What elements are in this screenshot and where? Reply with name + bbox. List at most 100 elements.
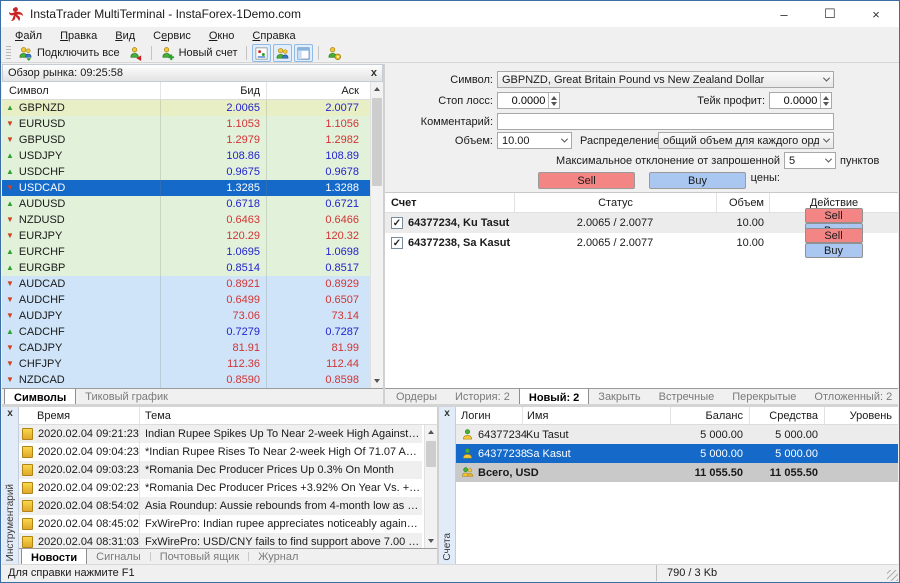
scroll-thumb[interactable] bbox=[372, 98, 382, 186]
distribution-select[interactable]: общий объем для каждого ордера bbox=[658, 132, 834, 149]
toolbox-tab-1[interactable]: Новости bbox=[21, 548, 87, 564]
accounts-close-icon[interactable]: x bbox=[439, 408, 455, 419]
market-row[interactable]: ▼AUDCAD0.89210.8929 bbox=[2, 276, 372, 292]
menu-item-справка[interactable]: Справка bbox=[243, 30, 304, 42]
market-row[interactable]: ▼NZDCAD0.85900.8598 bbox=[2, 372, 372, 388]
column-level[interactable]: Уровень bbox=[824, 407, 898, 424]
market-row[interactable]: ▼EURUSD1.10531.1056 bbox=[2, 116, 372, 132]
close-button[interactable]: × bbox=[853, 1, 899, 27]
scroll-up-icon[interactable] bbox=[371, 82, 383, 96]
new-account-button[interactable]: Новый счет bbox=[156, 44, 242, 62]
news-scrollbar[interactable] bbox=[424, 425, 437, 548]
column-time[interactable]: Время bbox=[19, 410, 139, 422]
market-row[interactable]: ▼AUDJPY73.0673.14 bbox=[2, 308, 372, 324]
ask-value: 0.6721 bbox=[266, 196, 365, 212]
menu-item-вид[interactable]: Вид bbox=[106, 30, 144, 42]
toolbox-tab-2[interactable]: Сигналы bbox=[87, 549, 150, 564]
toolbox-toggle[interactable] bbox=[294, 44, 313, 62]
column-bid[interactable]: Бид bbox=[160, 82, 266, 99]
scroll-up-icon[interactable] bbox=[425, 425, 437, 439]
down-arrow-icon: ▼ bbox=[6, 136, 14, 144]
scroll-thumb[interactable] bbox=[426, 441, 436, 467]
buy-button[interactable]: Buy bbox=[649, 172, 746, 189]
toolbar-grip[interactable] bbox=[6, 46, 11, 60]
menu-item-правка[interactable]: Правка bbox=[51, 30, 106, 42]
column-balance[interactable]: Баланс bbox=[670, 407, 749, 424]
bid-value: 1.1053 bbox=[160, 116, 266, 132]
scroll-down-icon[interactable] bbox=[425, 534, 437, 548]
column-equity[interactable]: Средства bbox=[749, 407, 824, 424]
menu-item-окно[interactable]: Окно bbox=[200, 30, 244, 42]
disconnect-all-button[interactable] bbox=[124, 44, 147, 62]
column-ask[interactable]: Аск bbox=[266, 82, 365, 99]
spinner-icon[interactable] bbox=[548, 93, 559, 108]
market-row[interactable]: ▼CHFJPY112.36112.44 bbox=[2, 356, 372, 372]
news-topic: Indian Rupee Spikes Up To Near 2-week Hi… bbox=[139, 425, 422, 443]
symbol-cell: ▲AUDUSD bbox=[2, 198, 160, 210]
symbol-name: EURCHF bbox=[19, 246, 65, 258]
column-symbol[interactable]: Символ bbox=[2, 85, 160, 97]
menu-item-файл[interactable]: Файл bbox=[6, 30, 51, 42]
news-row[interactable]: 2020.02.04 09:04:23*Indian Rupee Rises T… bbox=[19, 443, 422, 461]
account-settings-button[interactable] bbox=[323, 44, 346, 62]
comment-input[interactable] bbox=[497, 113, 834, 130]
accounts-side-strip: x Счета bbox=[439, 407, 456, 564]
account-row[interactable]: 64377238Sa Kasut5 000.005 000.00 bbox=[456, 444, 898, 463]
deviation-select[interactable]: 5 bbox=[784, 152, 836, 169]
news-row[interactable]: 2020.02.04 09:21:23Indian Rupee Spikes U… bbox=[19, 425, 422, 443]
sell-button[interactable]: Sell bbox=[805, 208, 863, 223]
market-watch-toggle[interactable] bbox=[252, 44, 271, 62]
news-row[interactable]: 2020.02.04 08:54:02Asia Roundup: Aussie … bbox=[19, 497, 422, 515]
market-row[interactable]: ▲USDCHF0.96750.9678 bbox=[2, 164, 372, 180]
take-profit-input[interactable] bbox=[769, 92, 832, 109]
market-row[interactable]: ▲EURGBP0.85140.8517 bbox=[2, 260, 372, 276]
sell-button[interactable]: Sell bbox=[805, 228, 863, 243]
column-status[interactable]: Статус bbox=[514, 193, 716, 212]
account-label: 64377238, Sa Kasut bbox=[408, 237, 510, 249]
minimize-button[interactable]: – bbox=[761, 1, 807, 27]
account-checkbox[interactable]: ✓ bbox=[391, 237, 403, 249]
account-checkbox[interactable]: ✓ bbox=[391, 217, 403, 229]
market-row[interactable]: ▲CADCHF0.72790.7287 bbox=[2, 324, 372, 340]
market-row[interactable]: ▼USDCAD1.32851.3288 bbox=[2, 180, 372, 196]
market-row[interactable]: ▲GBPNZD2.00652.0077 bbox=[2, 100, 372, 116]
account-row[interactable]: 64377234Ku Tasut5 000.005 000.00 bbox=[456, 425, 898, 444]
spinner-icon[interactable] bbox=[820, 93, 831, 108]
volume-select[interactable]: 10.00 bbox=[497, 132, 572, 149]
stop-loss-input[interactable] bbox=[497, 92, 560, 109]
maximize-button[interactable]: ☐ bbox=[807, 1, 853, 27]
accounts-toggle[interactable] bbox=[273, 44, 292, 62]
symbol-cell: ▲EURGBP bbox=[2, 262, 160, 274]
column-volume[interactable]: Объем bbox=[716, 193, 769, 212]
column-name[interactable]: Имя bbox=[522, 407, 670, 424]
column-login[interactable]: Логин bbox=[456, 407, 522, 424]
market-row[interactable]: ▼CADJPY81.9181.99 bbox=[2, 340, 372, 356]
market-row[interactable]: ▲EURCHF1.06951.0698 bbox=[2, 244, 372, 260]
market-row[interactable]: ▲AUDUSD0.67180.6721 bbox=[2, 196, 372, 212]
menu-item-сервис[interactable]: Сервис bbox=[144, 30, 200, 42]
market-row[interactable]: ▼GBPUSD1.29791.2982 bbox=[2, 132, 372, 148]
toolbox-close-icon[interactable]: x bbox=[2, 408, 18, 419]
news-row[interactable]: 2020.02.04 09:02:23*Romania Dec Producer… bbox=[19, 479, 422, 497]
buy-button[interactable]: Buy bbox=[805, 243, 863, 258]
stop-loss-label: Стоп лосс: bbox=[385, 93, 493, 110]
market-row[interactable]: ▼NZDUSD0.64630.6466 bbox=[2, 212, 372, 228]
column-account[interactable]: Счет bbox=[385, 193, 514, 212]
symbol-select[interactable]: GBPNZD, Great Britain Pound vs New Zeala… bbox=[497, 71, 834, 88]
market-watch-scrollbar[interactable] bbox=[370, 82, 383, 388]
resize-grip[interactable] bbox=[887, 570, 898, 581]
market-row[interactable]: ▲USDJPY108.86108.89 bbox=[2, 148, 372, 164]
sell-button[interactable]: Sell bbox=[538, 172, 635, 189]
connect-all-button[interactable]: Подключить все bbox=[14, 44, 124, 62]
scroll-down-icon[interactable] bbox=[371, 374, 383, 388]
market-row[interactable]: ▼AUDCHF0.64990.6507 bbox=[2, 292, 372, 308]
toolbox-tab-3[interactable]: Почтовый ящик bbox=[151, 549, 248, 564]
news-row[interactable]: 2020.02.04 09:03:23*Romania Dec Producer… bbox=[19, 461, 422, 479]
toolbox-tab-4[interactable]: Журнал bbox=[249, 549, 307, 564]
connect-all-icon bbox=[18, 46, 33, 61]
news-row[interactable]: 2020.02.04 08:45:02FxWirePro: Indian rup… bbox=[19, 515, 422, 533]
market-row[interactable]: ▼EURJPY120.29120.32 bbox=[2, 228, 372, 244]
market-watch-close-icon[interactable]: x bbox=[371, 67, 377, 79]
symbol-name: AUDCAD bbox=[19, 278, 65, 290]
column-topic[interactable]: Тема bbox=[139, 407, 437, 424]
